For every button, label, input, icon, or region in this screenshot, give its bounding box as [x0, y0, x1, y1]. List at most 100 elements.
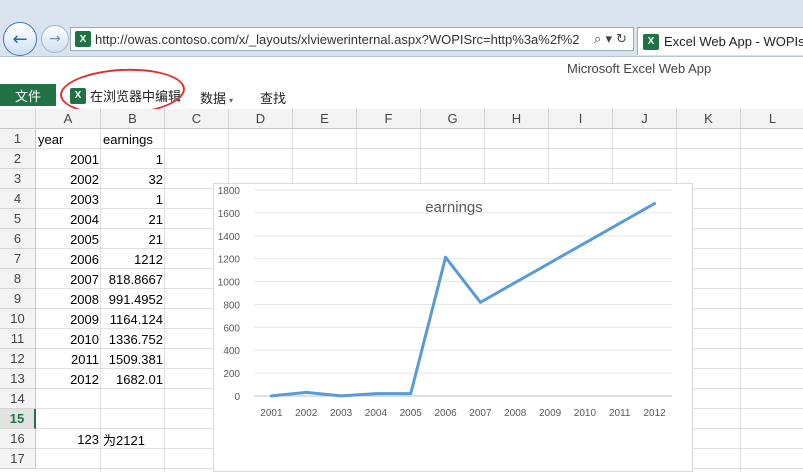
- cell-b2[interactable]: 1: [101, 149, 165, 169]
- address-bar[interactable]: X http://owas.contoso.com/x/_layouts/xlv…: [70, 27, 634, 51]
- y-tick-label: 0: [234, 392, 240, 403]
- edit-in-browser-button[interactable]: X 在浏览器中编辑: [70, 86, 181, 105]
- row-header-13[interactable]: 13: [0, 369, 36, 389]
- cell-a3[interactable]: 2002: [36, 169, 101, 189]
- cell-b8[interactable]: 818.8667: [101, 269, 165, 289]
- file-tab[interactable]: 文件: [0, 84, 56, 106]
- row-header-1[interactable]: 1: [0, 129, 36, 149]
- cell-a12[interactable]: 2011: [36, 349, 101, 369]
- row-header-17[interactable]: 17: [0, 449, 36, 469]
- address-url[interactable]: http://owas.contoso.com/x/_layouts/xlvie…: [95, 32, 594, 47]
- data-point: [583, 241, 587, 245]
- data-point: [374, 392, 378, 396]
- chart-canvas: 0 200 400 600 800 1000 1200 1400 1600 1800 2001 200…: [218, 186, 672, 419]
- column-gridline: [740, 129, 741, 472]
- cell-b13[interactable]: 1682.01: [101, 369, 165, 389]
- cell-b12[interactable]: 1509.381: [101, 349, 165, 369]
- y-tick-label: 1000: [218, 278, 241, 289]
- row-header-15[interactable]: 15: [0, 409, 36, 429]
- ribbon: Microsoft Excel Web App 文件 X 在浏览器中编辑 数据 ▾…: [0, 57, 803, 119]
- x-tick-label: 2010: [574, 408, 597, 419]
- row-header-7[interactable]: 7: [0, 249, 36, 269]
- cell-b5[interactable]: 21: [101, 209, 165, 229]
- column-header-b[interactable]: B: [101, 109, 165, 129]
- cell-b1[interactable]: earnings: [101, 129, 165, 149]
- y-tick-label: 1200: [218, 255, 241, 266]
- column-header-c[interactable]: C: [165, 109, 229, 129]
- cell-b3[interactable]: 32: [101, 169, 165, 189]
- row-header-10[interactable]: 10: [0, 309, 36, 329]
- cell-a5[interactable]: 2004: [36, 209, 101, 229]
- line-chart[interactable]: 0 200 400 600 800 1000 1200 1400 1600 1800 2001 200…: [213, 183, 693, 472]
- cell-a1[interactable]: year: [36, 129, 101, 149]
- x-tick-label: 2004: [365, 408, 388, 419]
- cell-a13[interactable]: 2012: [36, 369, 101, 389]
- row-header-2[interactable]: 2: [0, 149, 36, 169]
- y-tick-label: 600: [223, 323, 240, 334]
- column-header-i[interactable]: I: [549, 109, 613, 129]
- back-button[interactable]: ←: [3, 22, 37, 56]
- row-header-4[interactable]: 4: [0, 189, 36, 209]
- back-arrow-icon: ←: [12, 28, 28, 50]
- row-header-11[interactable]: 11: [0, 329, 36, 349]
- row-header-6[interactable]: 6: [0, 229, 36, 249]
- cell-a8[interactable]: 2007: [36, 269, 101, 289]
- browser-tab[interactable]: X Excel Web App - WOPIs: [637, 27, 803, 55]
- series-line[interactable]: [271, 202, 656, 398]
- data-point: [618, 221, 622, 225]
- data-point: [444, 255, 448, 259]
- cell-a11[interactable]: 2010: [36, 329, 101, 349]
- row-header-5[interactable]: 5: [0, 209, 36, 229]
- cell-b4[interactable]: 1: [101, 189, 165, 209]
- row-header-3[interactable]: 3: [0, 169, 36, 189]
- column-header-l[interactable]: L: [741, 109, 803, 129]
- chevron-down-icon: ▾: [229, 96, 234, 105]
- column-header-h[interactable]: H: [485, 109, 549, 129]
- cell-a4[interactable]: 2003: [36, 189, 101, 209]
- data-point: [409, 392, 413, 396]
- row-header-16[interactable]: 16: [0, 429, 36, 449]
- data-menu[interactable]: 数据 ▾: [200, 88, 233, 107]
- cell-a16[interactable]: 123: [36, 429, 101, 449]
- cell-b9[interactable]: 991.4952: [101, 289, 165, 309]
- find-menu[interactable]: 查找: [260, 88, 286, 107]
- edit-in-browser-label: 在浏览器中编辑: [90, 89, 182, 104]
- column-header-d[interactable]: D: [229, 109, 293, 129]
- cell-b11[interactable]: 1336.752: [101, 329, 165, 349]
- cell-b10[interactable]: 1164.124: [101, 309, 165, 329]
- cell-a2[interactable]: 2001: [36, 149, 101, 169]
- x-tick-label: 2006: [434, 408, 457, 419]
- column-header-a[interactable]: A: [36, 109, 101, 129]
- y-tick-label: 1800: [218, 186, 241, 197]
- chart-title: earnings: [425, 199, 483, 216]
- column-header-k[interactable]: K: [677, 109, 741, 129]
- row-header-14[interactable]: 14: [0, 389, 36, 409]
- cell-a6[interactable]: 2005: [36, 229, 101, 249]
- row-header-9[interactable]: 9: [0, 289, 36, 309]
- data-point: [513, 281, 517, 285]
- x-tick-label: 2009: [539, 408, 562, 419]
- column-header-j[interactable]: J: [613, 109, 677, 129]
- excel-icon: X: [70, 87, 86, 104]
- column-header-e[interactable]: E: [293, 109, 357, 129]
- x-tick-label: 2003: [330, 408, 353, 419]
- search-refresh-icons[interactable]: ⌕ ▾ ↻: [594, 32, 627, 47]
- x-tick-label: 2008: [504, 408, 527, 419]
- x-tick-label: 2002: [295, 408, 318, 419]
- cell-a10[interactable]: 2009: [36, 309, 101, 329]
- row-header-8[interactable]: 8: [0, 269, 36, 289]
- cell-a7[interactable]: 2006: [36, 249, 101, 269]
- cell-b7[interactable]: 1212: [101, 249, 165, 269]
- cell-b16[interactable]: 为2121: [101, 429, 165, 449]
- row-header-12[interactable]: 12: [0, 349, 36, 369]
- column-header-g[interactable]: G: [421, 109, 485, 129]
- y-tick-label: 1600: [218, 209, 241, 220]
- forward-button[interactable]: →: [41, 25, 69, 53]
- screen: ← → X http://owas.contoso.com/x/_layouts…: [0, 0, 803, 472]
- excel-tab-icon: X: [643, 33, 659, 50]
- select-all-corner[interactable]: [0, 109, 36, 129]
- column-header-f[interactable]: F: [357, 109, 421, 129]
- data-point: [548, 261, 552, 265]
- cell-a9[interactable]: 2008: [36, 289, 101, 309]
- cell-b6[interactable]: 21: [101, 229, 165, 249]
